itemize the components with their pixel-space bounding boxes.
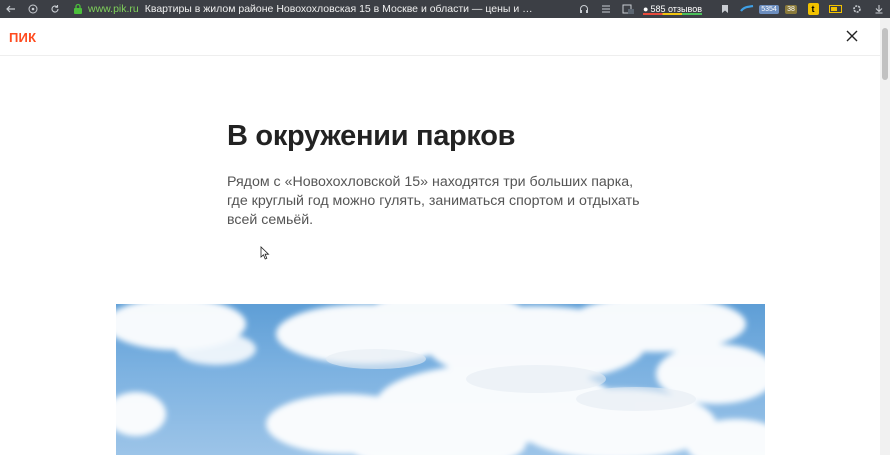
arrow-left-icon xyxy=(6,5,15,13)
reload-button[interactable] xyxy=(44,0,66,18)
reload-icon xyxy=(51,5,59,13)
scrollbar-thumb[interactable] xyxy=(882,28,888,80)
page-scrollbar[interactable] xyxy=(880,18,890,455)
yandex-home-button[interactable] xyxy=(22,0,44,18)
mouse-cursor-icon xyxy=(260,246,270,260)
headphones-icon[interactable] xyxy=(573,0,595,18)
weather-badge: 38 xyxy=(785,4,797,14)
extension-counter-badge: 5354 xyxy=(759,4,779,14)
clouds-illustration xyxy=(116,304,765,455)
circle-icon xyxy=(28,4,38,14)
notifications-icon[interactable] xyxy=(617,0,639,18)
toolbar-extensions: ● 585 отзывов 5354 38 t xyxy=(573,0,890,18)
close-icon[interactable] xyxy=(844,28,860,44)
site-header: ПИК xyxy=(0,18,880,56)
download-icon[interactable] xyxy=(868,0,890,18)
page-title-in-address-bar[interactable]: Квартиры в жилом районе Новохохловская 1… xyxy=(145,3,537,15)
yandex-letter: t xyxy=(807,3,819,15)
battery-icon[interactable] xyxy=(824,0,846,18)
browser-toolbar: www.pik.ru Квартиры в жилом районе Новох… xyxy=(0,0,890,18)
yandex-extension-icon[interactable]: t xyxy=(802,0,824,18)
secure-lock-icon[interactable] xyxy=(72,3,84,15)
weather-icon[interactable]: 38 xyxy=(780,0,802,18)
extension-counter[interactable]: 5354 xyxy=(758,0,780,18)
back-button[interactable] xyxy=(0,0,22,18)
pik-logo[interactable]: ПИК xyxy=(9,30,36,45)
section-description: Рядом с «Новохохловской 15» находятся тр… xyxy=(227,174,640,228)
extension-wave-icon[interactable] xyxy=(736,0,758,18)
rating-stripe xyxy=(643,13,702,15)
bookmark-icon[interactable] xyxy=(714,0,736,18)
park-sky-photo xyxy=(116,304,765,455)
address-domain[interactable]: www.pik.ru xyxy=(88,3,139,15)
reader-list-icon[interactable] xyxy=(595,0,617,18)
modal-content: В окружении парков Рядом с «Новохохловск… xyxy=(0,56,880,455)
reviews-widget[interactable]: ● 585 отзывов xyxy=(639,0,706,18)
section-title: В окружении парков xyxy=(227,120,516,152)
settings-gear-icon[interactable] xyxy=(846,0,868,18)
